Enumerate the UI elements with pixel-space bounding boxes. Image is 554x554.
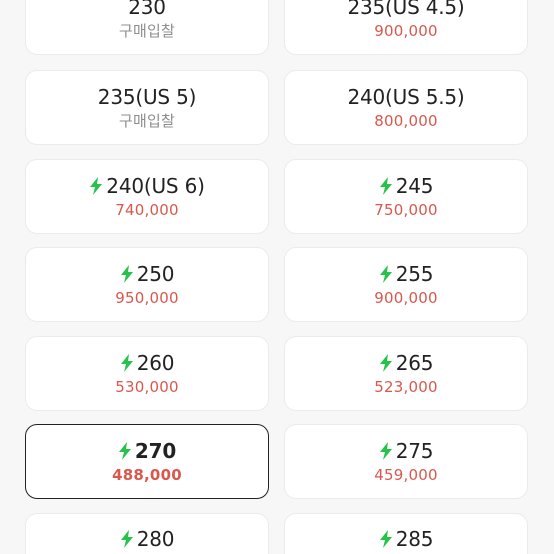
price-label: 900,000 [374,21,438,40]
size-option-270-selected[interactable]: 270 488,000 [25,424,269,499]
lightning-icon [120,264,134,283]
price-label: 구매입찰 [118,111,175,130]
size-option-235-us-5[interactable]: 235(US 5) 구매입찰 [25,70,269,145]
size-label: 245 [395,173,434,198]
lightning-icon [120,530,134,548]
lightning-icon [379,264,393,283]
price-label: 950,000 [115,288,179,307]
size-option-230[interactable]: 230 구매입찰 [25,0,269,55]
size-option-240-us-6[interactable]: 240(US 6) 740,000 [25,159,269,234]
lightning-icon [379,176,393,195]
size-label-row: 270 [118,439,176,463]
size-label: 280 [136,527,175,551]
size-option-245[interactable]: 245 750,000 [284,159,528,234]
size-option-240-us-5-5[interactable]: 240(US 5.5) 800,000 [284,70,528,145]
size-option-255[interactable]: 255 900,000 [284,247,528,322]
size-label-row: 255 [379,261,434,286]
size-label: 240(US 5.5) [347,84,465,109]
size-label: 270 [134,438,177,463]
size-option-235-us-4-5[interactable]: 235(US 4.5) 900,000 [284,0,528,55]
size-option-260[interactable]: 260 530,000 [25,336,269,411]
price-label: 459,000 [374,465,438,484]
size-label-row: 230 [128,0,166,19]
size-label-row: 260 [120,350,175,375]
size-label-row: 265 [379,350,434,375]
size-label: 255 [395,261,434,286]
size-label: 240(US 6) [106,173,205,198]
price-label: 900,000 [374,288,438,307]
size-label: 265 [395,350,434,375]
size-label: 230 [128,0,166,19]
size-label-row: 235(US 5) [97,84,197,109]
size-label-row: 245 [379,173,434,198]
size-label-row: 235(US 4.5) [347,0,464,19]
lightning-icon [379,530,393,548]
lightning-icon [89,176,103,195]
size-option-250[interactable]: 250 950,000 [25,247,269,322]
lightning-icon [379,441,393,460]
size-label: 275 [395,438,434,463]
size-label: 260 [136,350,175,375]
size-option-265[interactable]: 265 523,000 [284,336,528,411]
size-option-275[interactable]: 275 459,000 [284,424,528,499]
price-label: 523,000 [374,377,438,396]
size-label-row: 275 [379,438,434,463]
size-grid: 230 구매입찰 235(US 4.5) 900,000 235(US 5) 구… [0,0,554,554]
size-label: 235(US 5) [97,84,197,109]
size-label-row: 240(US 5.5) [347,85,464,109]
price-label: 구매입찰 [118,21,175,40]
size-label: 235(US 4.5) [347,0,465,19]
price-label: 800,000 [374,111,438,130]
size-option-280[interactable]: 280 [25,513,269,554]
size-label: 285 [395,527,434,551]
lightning-icon [118,441,132,460]
price-label: 740,000 [115,200,179,219]
size-label-row: 280 [120,527,175,551]
size-label-row: 250 [120,261,175,286]
price-label: 530,000 [115,377,179,396]
price-label: 750,000 [374,200,438,219]
size-label-row: 285 [379,527,434,551]
lightning-icon [120,353,134,372]
size-label-row: 240(US 6) [89,173,205,198]
lightning-icon [379,353,393,372]
size-option-285[interactable]: 285 [284,513,528,554]
price-label: 488,000 [112,465,182,484]
size-label: 250 [136,261,175,286]
